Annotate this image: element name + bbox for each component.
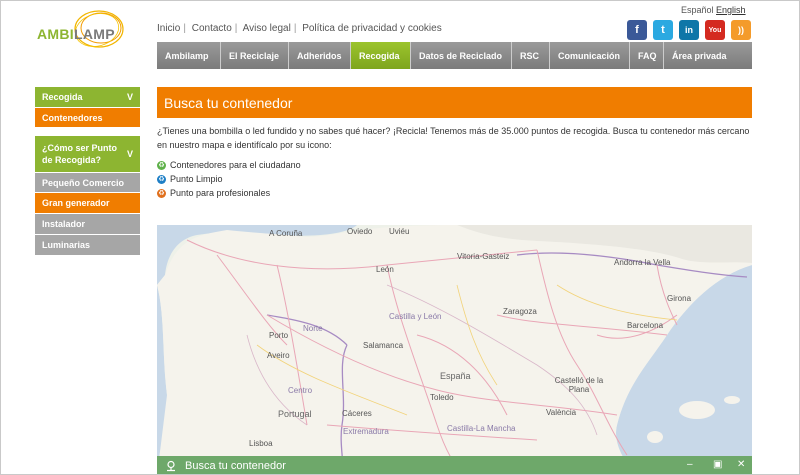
linkedin-icon[interactable]: in bbox=[679, 20, 699, 40]
nav-datos-reciclado[interactable]: Datos de Reciclado bbox=[411, 42, 512, 69]
page-title: Busca tu contenedor bbox=[157, 87, 752, 118]
sidebar-section-punto-recogida[interactable]: ¿Cómo ser Punto de Recogida? V bbox=[35, 136, 140, 172]
lang-english[interactable]: English bbox=[716, 5, 746, 15]
lang-espanol[interactable]: Español bbox=[681, 5, 714, 15]
sidebar-item-gran-generador[interactable]: Gran generador bbox=[35, 192, 140, 213]
recycle-icon: ♻ bbox=[157, 160, 166, 170]
minimize-icon[interactable]: – bbox=[687, 459, 693, 470]
link-privacidad[interactable]: Política de privacidad y cookies bbox=[302, 23, 442, 34]
map-label-centro: Centro bbox=[288, 386, 313, 395]
map-label-castello: Castelló de la Plana bbox=[554, 376, 604, 394]
map-label-aveiro: Aveiro bbox=[267, 351, 290, 360]
chevron-down-icon: V bbox=[126, 149, 133, 159]
map-label-uvieu: Uviéu bbox=[389, 227, 410, 236]
map-label-lisboa: Lisboa bbox=[249, 439, 273, 448]
sidebar-section-title: ¿Cómo ser Punto de Recogida? bbox=[42, 143, 118, 165]
nav-faq[interactable]: FAQ bbox=[630, 42, 664, 69]
sidebar-item-luminarias[interactable]: Luminarias bbox=[35, 234, 140, 255]
map-label-castilla-mancha: Castilla-La Mancha bbox=[447, 424, 516, 433]
map-label-portugal: Portugal bbox=[278, 409, 312, 419]
sidebar-item-instalador[interactable]: Instalador bbox=[35, 213, 140, 234]
sidebar-recogida: Recogida V Contenedores bbox=[35, 87, 140, 127]
map-label-porto: Porto bbox=[269, 331, 289, 340]
legend-label: Contenedores para el ciudadano bbox=[170, 160, 301, 170]
recycle-icon: ♻ bbox=[157, 174, 166, 184]
map-label-caceres: Cáceres bbox=[342, 409, 372, 418]
recycle-icon: ♻ bbox=[157, 188, 166, 198]
intro-text: ¿Tienes una bombilla o led fundido y no … bbox=[157, 126, 750, 150]
language-switcher: Español English bbox=[681, 5, 746, 15]
map-label-a-coruna: A Coruña bbox=[269, 229, 303, 238]
nav-area-privada[interactable]: Área privada bbox=[664, 42, 752, 69]
map-label-extremadura: Extremadura bbox=[343, 427, 389, 436]
logo-text: AMBILAMP bbox=[37, 26, 115, 42]
location-pin-icon bbox=[167, 460, 175, 472]
map-label-oviedo: Oviedo bbox=[347, 227, 373, 236]
map[interactable]: A Coruña Oviedo Uviéu Vitoria-Gasteiz An… bbox=[157, 225, 752, 474]
facebook-icon[interactable]: f bbox=[627, 20, 647, 40]
nav-recogida[interactable]: Recogida bbox=[351, 42, 411, 69]
link-aviso-legal[interactable]: Aviso legal bbox=[243, 23, 291, 34]
nav-ambilamp[interactable]: Ambilamp bbox=[157, 42, 221, 69]
legend-label: Punto para profesionales bbox=[170, 188, 271, 198]
link-inicio[interactable]: Inicio bbox=[157, 23, 180, 34]
main-nav: Ambilamp El Reciclaje Adheridos Recogida… bbox=[157, 42, 752, 69]
sidebar-item-contenedores[interactable]: Contenedores bbox=[35, 107, 140, 127]
map-label-valencia: València bbox=[546, 408, 577, 417]
map-label-salamanca: Salamanca bbox=[363, 341, 404, 350]
chevron-down-icon: V bbox=[126, 92, 133, 102]
map-label-norte: Norte bbox=[303, 324, 323, 333]
map-label-girona: Girona bbox=[667, 294, 692, 303]
ambilamp-logo[interactable]: AMBILAMP bbox=[31, 7, 143, 51]
map-label-andorra: Andorra la Vella bbox=[614, 258, 671, 267]
sidebar-section-title: Recogida bbox=[42, 92, 83, 102]
legend-item: ♻ Punto para profesionales bbox=[157, 186, 301, 200]
map-label-espana: España bbox=[440, 371, 471, 381]
page: AMBILAMP Inicio | Contacto | Aviso legal | … bbox=[0, 0, 800, 475]
nav-rsc[interactable]: RSC bbox=[512, 42, 550, 69]
container-legend: ♻ Contenedores para el ciudadano ♻ Punto… bbox=[157, 158, 301, 200]
map-label-castilla-leon: Castilla y León bbox=[389, 312, 442, 321]
nav-comunicacion[interactable]: Comunicación bbox=[550, 42, 630, 69]
legend-item: ♻ Punto Limpio bbox=[157, 172, 301, 186]
nav-adheridos[interactable]: Adheridos bbox=[289, 42, 351, 69]
sidebar-item-pequeno-comercio[interactable]: Pequeño Comercio bbox=[35, 172, 140, 192]
map-label-zaragoza: Zaragoza bbox=[503, 307, 537, 316]
youtube-icon[interactable]: You bbox=[705, 20, 725, 40]
map-label-leon: León bbox=[376, 265, 394, 274]
link-contacto[interactable]: Contacto bbox=[192, 23, 232, 34]
map-toolbar: Busca tu contenedor – ▣ ✕ bbox=[157, 456, 752, 474]
sidebar-section-recogida[interactable]: Recogida V bbox=[35, 87, 140, 107]
map-bar-title: Busca tu contenedor bbox=[185, 460, 286, 472]
close-icon[interactable]: ✕ bbox=[737, 459, 745, 470]
rss-icon[interactable]: )) bbox=[731, 20, 751, 40]
legend-item: ♻ Contenedores para el ciudadano bbox=[157, 158, 301, 172]
map-label-barcelona: Barcelona bbox=[627, 321, 664, 330]
maximize-icon[interactable]: ▣ bbox=[713, 459, 722, 470]
nav-el-reciclaje[interactable]: El Reciclaje bbox=[221, 42, 289, 69]
map-label-toledo: Toledo bbox=[430, 393, 454, 402]
sidebar-punto-recogida: ¿Cómo ser Punto de Recogida? V Pequeño C… bbox=[35, 136, 140, 255]
top-links: Inicio | Contacto | Aviso legal | Política … bbox=[157, 23, 442, 34]
social-links: f t in You )) bbox=[627, 20, 751, 40]
map-label-vitoria: Vitoria-Gasteiz bbox=[457, 252, 510, 261]
twitter-icon[interactable]: t bbox=[653, 20, 673, 40]
legend-label: Punto Limpio bbox=[170, 174, 223, 184]
